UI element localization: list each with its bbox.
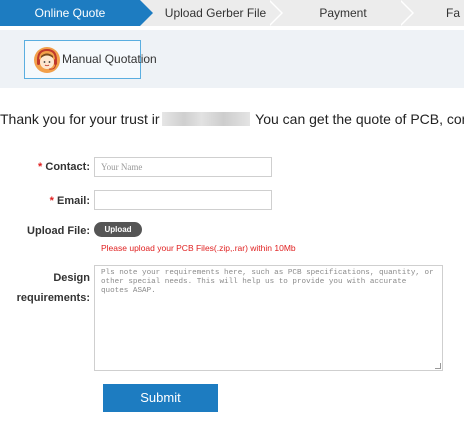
contact-label: * Contact: (20, 161, 90, 173)
design-requirements-placeholder: Pls note your requirements here, such as… (101, 269, 434, 295)
redacted-brand-name (161, 112, 250, 126)
required-mark: * (38, 161, 43, 173)
step-upload-gerber: Upload Gerber File (153, 0, 278, 26)
step-separator-inner (399, 0, 412, 26)
step-label: Upload Gerber File (164, 6, 267, 20)
step-finish: Fa (414, 0, 464, 26)
step-arrow (140, 0, 153, 26)
manual-quotation-label: Manual Quotation (62, 52, 157, 66)
design-requirements-label-line1: Design (53, 272, 90, 284)
thank-you-text-end: You can get the quote of PCB, comp (255, 111, 464, 127)
step-online-quote: Online Quote (0, 0, 140, 26)
design-requirements-label-line2: requirements: (16, 292, 90, 304)
email-label: * Email: (20, 195, 90, 207)
resize-grip-icon[interactable] (435, 363, 441, 369)
manual-quotation-button[interactable]: Manual Quotation (24, 40, 157, 79)
step-payment: Payment (283, 0, 403, 26)
required-mark: * (49, 195, 54, 207)
design-requirements-textarea[interactable]: Pls note your requirements here, such as… (94, 265, 443, 371)
submit-button[interactable]: Submit (103, 384, 218, 412)
contact-name-input[interactable]: Your Name (94, 157, 272, 177)
contact-label-text: Contact: (45, 161, 90, 173)
step-progress-bar: Online Quote Upload Gerber File Payment … (0, 0, 464, 26)
thank-you-message: Thank you for your trust ir You can get … (0, 111, 464, 127)
step-label: Fa (446, 6, 461, 20)
upload-file-label: Upload File: (27, 225, 90, 237)
upload-button[interactable]: Upload (94, 222, 142, 237)
upload-file-note: Please upload your PCB Files(.zip,.rar) … (101, 243, 296, 253)
thank-you-text-start: Thank you for your trust ir (0, 111, 160, 127)
manual-quotation-band: Manual Quotation (0, 30, 464, 88)
step-label: Payment (319, 6, 367, 20)
customer-service-headset-icon (34, 47, 60, 73)
contact-placeholder: Your Name (101, 162, 143, 172)
step-label: Online Quote (34, 6, 106, 20)
email-label-text: Email: (56, 195, 90, 207)
email-input[interactable] (94, 190, 272, 210)
step-separator-inner (268, 0, 281, 26)
